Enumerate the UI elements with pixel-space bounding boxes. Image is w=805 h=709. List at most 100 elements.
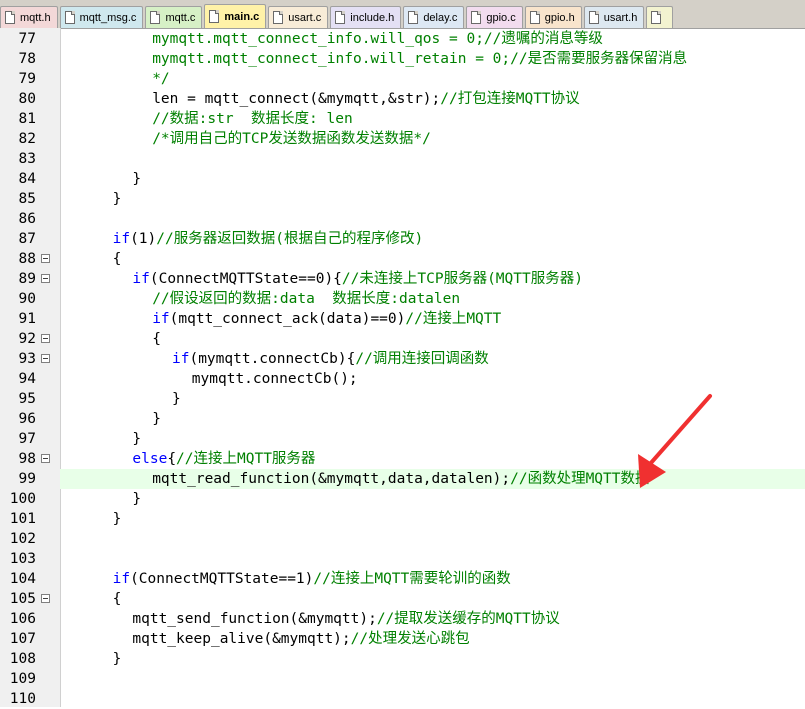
code-token: len = mqtt_connect(&mymqtt,&str); [152,91,441,107]
code-text: } [60,649,805,669]
tab-gpio-h[interactable]: gpio.h [524,6,582,28]
file-icon [529,11,540,24]
line-number: 109 [9,671,36,687]
code-token: } [112,651,122,667]
tab-label: gpio.c [486,11,516,24]
tab-main-c[interactable]: main.c [204,4,267,28]
code-line[interactable]: 104 if(ConnectMQTTState==1)//连接上MQTT需要轮训的… [0,569,805,589]
code-line[interactable]: 106 mqtt_send_function(&mymqtt);//提取发送缓存的… [0,609,805,629]
red-arrow-annotation [638,394,712,488]
line-number: 108 [9,651,36,667]
tab-gpio-c[interactable]: gpio.c [466,6,523,28]
tab-label: mqtt.h [20,11,51,24]
fold-toggle-icon[interactable] [41,594,50,603]
tab-label: gpio.h [544,11,575,24]
line-number: 78 [18,51,36,67]
code-token: { [152,331,161,347]
line-number: 91 [18,311,36,327]
line-number: 96 [18,411,36,427]
code-keyword: else [132,451,168,467]
code-text: //假设返回的数据:data 数据长度:datalen [60,289,805,309]
code-line[interactable]: 105 { [0,589,805,609]
code-line[interactable]: 82 /*调用自己的TCP发送数据函数发送数据*/ [0,129,805,149]
code-keyword: if [132,271,150,287]
code-token: mqtt_read_function(&mymqtt,data,datalen)… [152,471,511,487]
code-line[interactable]: 89 if(ConnectMQTTState==0){//未连接上TCP服务器(M… [0,269,805,289]
code-token: mqtt_send_function(&mymqtt); [132,611,377,627]
code-line[interactable]: 100} [0,489,805,509]
code-keyword: if [112,231,131,247]
line-number: 102 [9,531,36,547]
line-number: 104 [9,571,36,587]
code-token: mqtt_keep_alive(&mymqtt); [132,631,351,647]
code-line[interactable]: 77 mymqtt.mqtt_connect_info.will_qos = 0;… [0,29,805,49]
tab-mqtt-h[interactable]: mqtt.h [0,6,58,28]
code-comment: mymqtt.mqtt_connect_info.will_qos = 0;//… [152,31,603,47]
code-line[interactable]: 109 [0,669,805,689]
tab-mqtt-msg-c[interactable]: mqtt_msg.c [59,6,144,28]
code-editor[interactable]: 77 mymqtt.mqtt_connect_info.will_qos = 0;… [0,29,805,709]
code-token: } [172,391,181,407]
code-comment: //服务器返回数据(根据自己的程序修改) [156,231,424,247]
fold-toggle-icon[interactable] [41,334,50,343]
code-token: { [167,451,177,467]
code-token: (ConnectMQTTState==0){ [149,271,342,287]
code-line[interactable]: 93 if(mymqtt.connectCb){//调用连接回调函数 [0,349,805,369]
fold-toggle-icon[interactable] [41,454,50,463]
code-text: if(mqtt_connect_ack(data)==0)//连接上MQTT [60,309,805,329]
code-comment: //连接上MQTT [405,311,502,327]
code-comment: //假设返回的数据:data 数据长度:datalen [152,291,461,307]
code-line[interactable]: 79 */ [0,69,805,89]
code-line[interactable]: 84} [0,169,805,189]
file-icon [209,10,220,23]
file-icon [471,11,482,24]
code-line[interactable]: 101} [0,509,805,529]
code-text: { [60,249,805,269]
code-line[interactable]: 94 mymqtt.connectCb(); [0,369,805,389]
code-comment: //调用连接回调函数 [355,351,489,367]
code-line[interactable]: 80 len = mqtt_connect(&mymqtt,&str);//打包连… [0,89,805,109]
code-line[interactable]: 110 [0,689,805,709]
code-line[interactable]: 91 if(mqtt_connect_ack(data)==0)//连接上MQTT [0,309,805,329]
code-line[interactable]: 78 mymqtt.mqtt_connect_info.will_retain =… [0,49,805,69]
tab-usart-h[interactable]: usart.h [583,6,645,28]
code-line[interactable]: 102 [0,529,805,549]
code-text: } [60,169,805,189]
tab-include-h[interactable]: include.h [330,6,402,28]
code-line[interactable]: 103 [0,549,805,569]
code-text: { [60,329,805,349]
tab-label: mqtt.c [165,11,196,24]
line-number: 105 [9,591,36,607]
code-line[interactable]: 88 { [0,249,805,269]
file-icon [651,11,662,24]
code-token: mymqtt.connectCb(); [191,371,358,387]
code-line[interactable]: 83 [0,149,805,169]
code-line[interactable]: 87 if(1)//服务器返回数据(根据自己的程序修改) [0,229,805,249]
code-line[interactable]: 86 [0,209,805,229]
code-text: if(ConnectMQTTState==0){//未连接上TCP服务器(MQT… [60,269,805,289]
line-number: 84 [18,171,36,187]
code-token: } [112,511,122,527]
code-line[interactable]: 108} [0,649,805,669]
code-line[interactable]: 81 //数据:str 数据长度: len [0,109,805,129]
tab-usart-c[interactable]: usart.c [268,6,329,28]
tab-delay-c[interactable]: delay.c [403,6,465,28]
code-text: //数据:str 数据长度: len [60,109,805,129]
code-token: (mqtt_connect_ack(data)==0) [169,311,406,327]
line-number: 83 [18,151,36,167]
fold-toggle-icon[interactable] [41,274,50,283]
tab-mqtt-c[interactable]: mqtt.c [145,6,203,28]
code-comment: */ [152,71,170,87]
fold-toggle-icon[interactable] [41,354,50,363]
code-line[interactable]: 85} [0,189,805,209]
line-number: 106 [9,611,36,627]
code-line[interactable]: 107 mqtt_keep_alive(&mymqtt);//处理发送心跳包 [0,629,805,649]
code-comment: //提取发送缓存的MQTT协议 [376,611,560,627]
code-line[interactable]: 90 //假设返回的数据:data 数据长度:datalen [0,289,805,309]
fold-toggle-icon[interactable] [41,254,50,263]
code-line[interactable]: 92 { [0,329,805,349]
tab-overflow[interactable] [646,6,674,28]
code-comment: //未连接上TCP服务器(MQTT服务器) [341,271,583,287]
